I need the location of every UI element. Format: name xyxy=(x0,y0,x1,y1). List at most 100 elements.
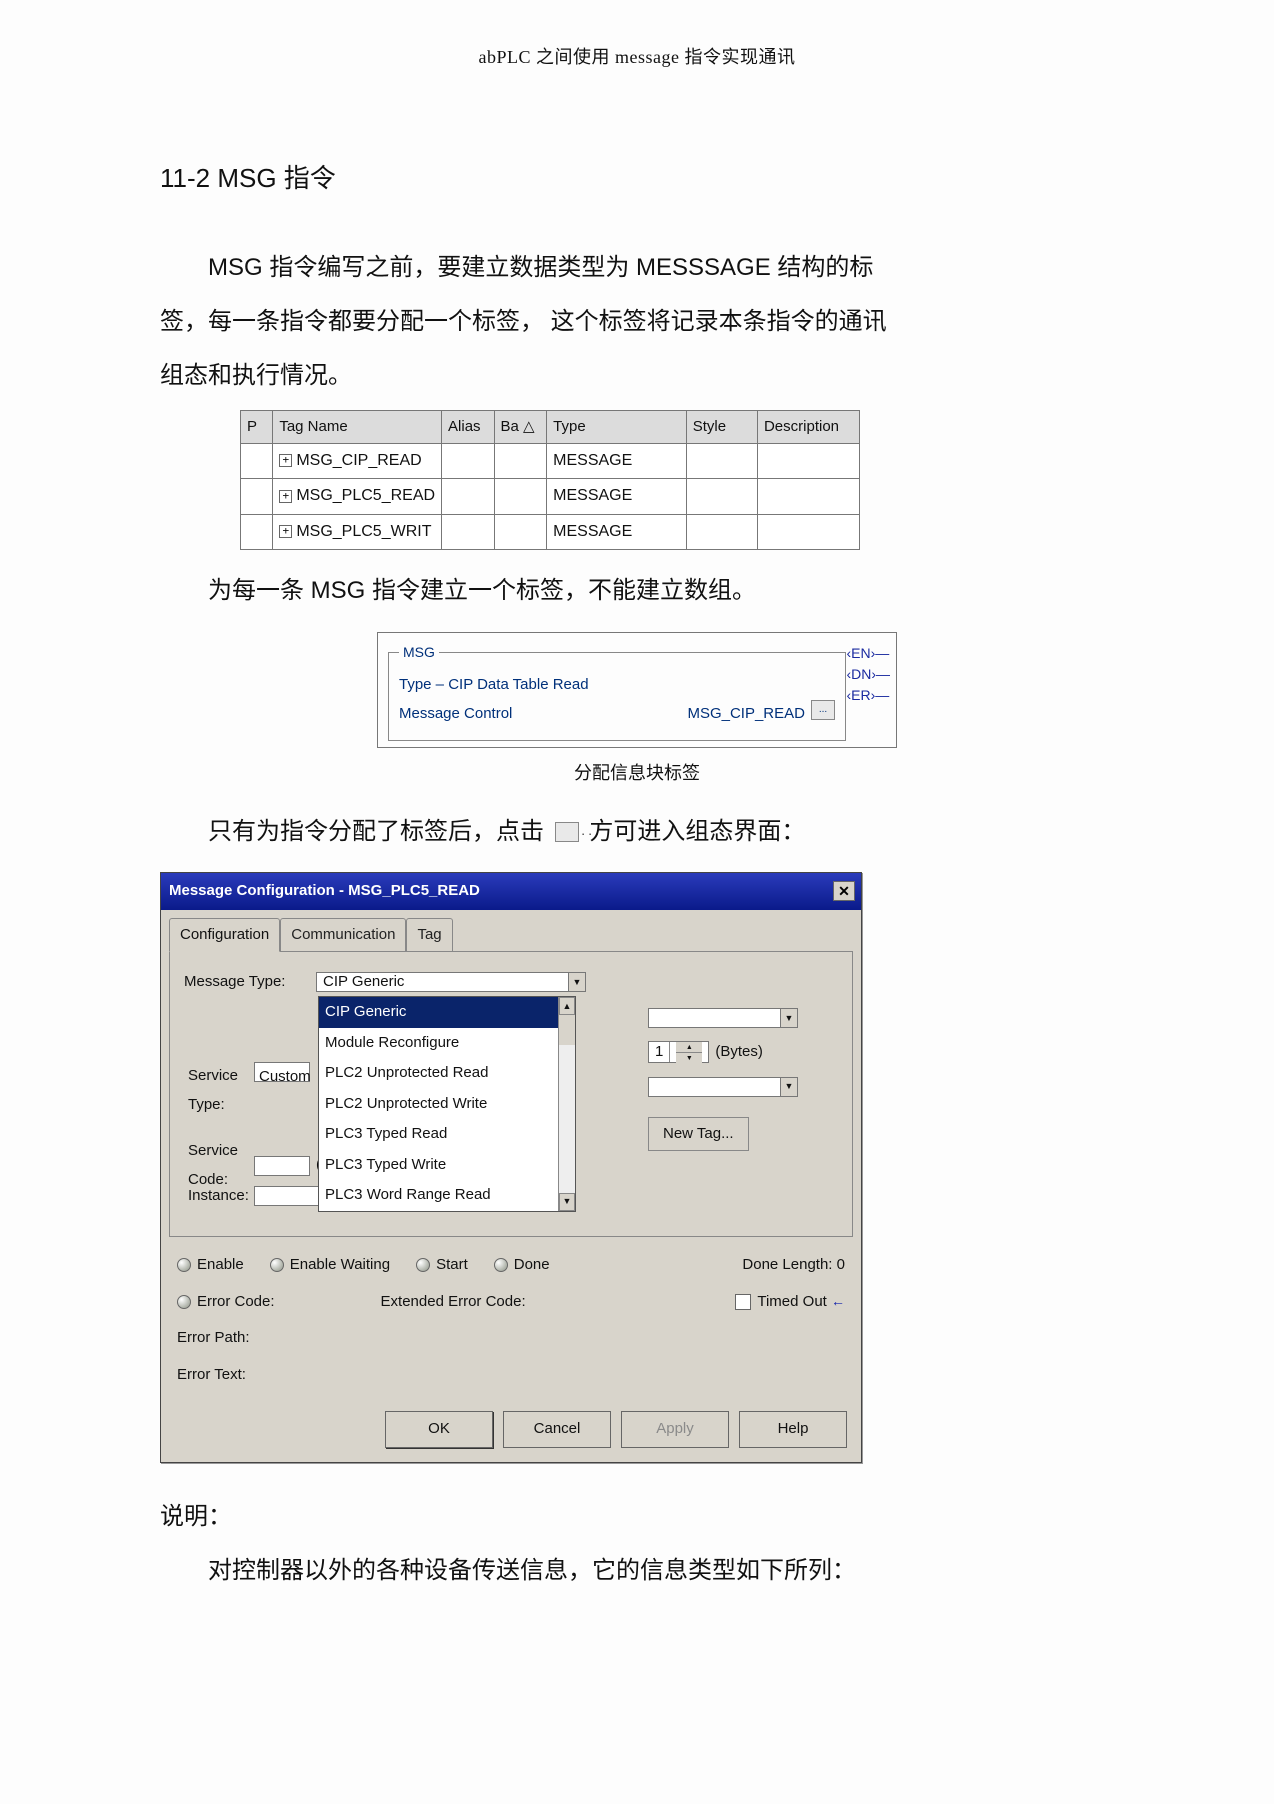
dropdown-item[interactable]: Module Reconfigure xyxy=(319,1028,575,1059)
msg-rails: ‹EN›— ‹DN›— ‹ER›— xyxy=(846,643,890,706)
chevron-down-icon: ▼ xyxy=(568,973,585,991)
col-alias[interactable]: Alias xyxy=(442,410,495,444)
table-row[interactable]: + MSG_PLC5_WRIT MESSAGE xyxy=(241,514,860,549)
done-length: Done Length: 0 xyxy=(742,1251,845,1280)
bytes-label: (Bytes) xyxy=(715,1038,763,1067)
scroll-down-icon[interactable]: ▼ xyxy=(559,1193,575,1211)
close-button[interactable]: ✕ xyxy=(833,881,855,901)
tab-configuration[interactable]: Configuration xyxy=(169,918,280,953)
expand-icon[interactable]: + xyxy=(279,490,292,503)
table-row[interactable]: + MSG_CIP_READ MESSAGE xyxy=(241,444,860,479)
col-type[interactable]: Type xyxy=(547,410,687,444)
col-ba[interactable]: Ba △ xyxy=(494,410,547,444)
status-done: Done xyxy=(494,1251,550,1280)
chevron-down-icon: ▼ xyxy=(780,1009,797,1027)
col-style[interactable]: Style xyxy=(686,410,757,444)
ellipsis-button[interactable]: ... xyxy=(811,700,835,720)
led-icon xyxy=(494,1258,508,1272)
message-configuration-dialog: Message Configuration - MSG_PLC5_READ ✕ … xyxy=(160,872,862,1463)
ext-error-code: Extended Error Code: xyxy=(381,1288,526,1317)
col-tag-name[interactable]: Tag Name xyxy=(273,410,442,444)
msg-ladder-block: MSG Type – CIP Data Table Read Message C… xyxy=(377,632,897,791)
intro-line-2: 签，每一条指令都要分配一个标签， 这个标签将记录本条指令的通讯 xyxy=(160,298,1114,346)
help-button[interactable]: Help xyxy=(739,1411,847,1448)
service-type-label: Service Type: xyxy=(188,1062,248,1119)
dropdown-item[interactable]: PLC2 Unprotected Read xyxy=(319,1058,575,1089)
error-text-label: Error Text: xyxy=(177,1361,246,1390)
col-p[interactable]: P xyxy=(241,410,273,444)
scroll-up-icon[interactable]: ▲ xyxy=(559,997,575,1015)
doc-header: abPLC 之间使用 message 指令实现通讯 xyxy=(160,40,1114,74)
led-icon xyxy=(177,1295,191,1309)
tag-name: MSG_CIP_READ xyxy=(296,452,421,469)
explain-label: 说明： xyxy=(160,1493,1114,1541)
apply-button[interactable]: Apply xyxy=(621,1411,729,1448)
msg-block-caption: 分配信息块标签 xyxy=(377,756,897,790)
dropdown-item[interactable]: PLC3 Typed Write xyxy=(319,1150,575,1181)
ellipsis-button-inline[interactable]: ... xyxy=(555,822,579,842)
expand-icon[interactable]: + xyxy=(279,525,292,538)
msg-type-label: Type – CIP Data Table Read xyxy=(399,671,835,700)
checkbox-icon xyxy=(735,1294,751,1310)
arrow-left-icon: ← xyxy=(831,1293,845,1309)
caption-click: 只有为指令分配了标签后，点击 ... 方可进入组态界面： xyxy=(160,809,1114,855)
status-start: Start xyxy=(416,1251,468,1280)
message-type-dropdown[interactable]: CIP Generic Module Reconfigure PLC2 Unpr… xyxy=(318,996,576,1212)
msg-control-value: MSG_CIP_READ xyxy=(687,700,805,729)
status-error-code: Error Code: xyxy=(177,1288,275,1317)
service-code-input[interactable] xyxy=(254,1156,310,1176)
cancel-button[interactable]: Cancel xyxy=(503,1411,611,1448)
led-icon xyxy=(270,1258,284,1272)
rail-dn: ‹DN›— xyxy=(846,664,890,685)
timed-out-checkbox[interactable]: Timed Out ← xyxy=(735,1288,845,1317)
tag-type: MESSAGE xyxy=(547,514,687,549)
message-type-label: Message Type: xyxy=(184,968,304,997)
ok-button[interactable]: OK xyxy=(385,1411,493,1448)
msg-control-label: Message Control xyxy=(399,700,519,729)
scrollbar[interactable]: ▲ ▼ xyxy=(558,997,575,1211)
col-description[interactable]: Description xyxy=(757,410,859,444)
tag-table: P Tag Name Alias Ba △ Type Style Descrip… xyxy=(240,410,860,551)
scroll-thumb[interactable] xyxy=(559,1015,575,1045)
table-row[interactable]: + MSG_PLC5_READ MESSAGE xyxy=(241,479,860,514)
msg-legend: MSG xyxy=(399,639,439,666)
spin-down-icon[interactable]: ▼ xyxy=(676,1053,702,1063)
tab-body-configuration: Message Type: CIP Generic ▼ CIP Generic … xyxy=(169,951,853,1237)
status-enable: Enable xyxy=(177,1251,244,1280)
message-type-select[interactable]: CIP Generic ▼ xyxy=(316,972,586,992)
tag-name: MSG_PLC5_READ xyxy=(296,487,435,504)
instance-input[interactable] xyxy=(254,1186,324,1206)
tab-communication[interactable]: Communication xyxy=(280,918,406,952)
message-type-value: CIP Generic xyxy=(323,968,404,997)
led-icon xyxy=(177,1258,191,1272)
rail-en: ‹EN›— xyxy=(846,643,890,664)
dest-element-select[interactable]: ▼ xyxy=(648,1008,798,1028)
dropdown-item[interactable]: PLC3 Typed Read xyxy=(319,1119,575,1150)
led-icon xyxy=(416,1258,430,1272)
tag-type: MESSAGE xyxy=(547,479,687,514)
intro-line-1: MSG 指令编写之前，要建立数据类型为 MESSSAGE 结构的标 xyxy=(160,244,1114,292)
source-element-select[interactable]: ▼ xyxy=(648,1077,798,1097)
bytes-value: 1 xyxy=(649,1042,669,1062)
dialog-title: Message Configuration - MSG_PLC5_READ xyxy=(169,877,480,906)
error-path-label: Error Path: xyxy=(177,1324,250,1353)
rail-er: ‹ER›— xyxy=(846,685,890,706)
tag-type: MESSAGE xyxy=(547,444,687,479)
intro-line-3: 组态和执行情况。 xyxy=(160,352,1114,400)
section-title: 11-2 MSG 指令 xyxy=(160,154,1114,203)
tab-tag[interactable]: Tag xyxy=(406,918,452,952)
bytes-stepper[interactable]: 1 ▲ ▼ xyxy=(648,1041,709,1063)
titlebar[interactable]: Message Configuration - MSG_PLC5_READ ✕ xyxy=(161,873,861,910)
new-tag-button[interactable]: New Tag... xyxy=(648,1117,749,1152)
close-icon: ✕ xyxy=(838,878,850,905)
tag-name: MSG_PLC5_WRIT xyxy=(296,523,431,540)
caption-tags: 为每一条 MSG 指令建立一个标签，不能建立数组。 xyxy=(160,568,1114,614)
expand-icon[interactable]: + xyxy=(279,454,292,467)
status-enable-waiting: Enable Waiting xyxy=(270,1251,390,1280)
service-type-input[interactable]: Custom xyxy=(254,1062,310,1082)
dropdown-item[interactable]: PLC3 Word Range Read xyxy=(319,1180,575,1211)
explain-body: 对控制器以外的各种设备传送信息，它的信息类型如下所列： xyxy=(160,1547,1114,1595)
instance-label: Instance: xyxy=(188,1182,248,1211)
dropdown-item[interactable]: CIP Generic xyxy=(319,997,575,1028)
dropdown-item[interactable]: PLC2 Unprotected Write xyxy=(319,1089,575,1120)
